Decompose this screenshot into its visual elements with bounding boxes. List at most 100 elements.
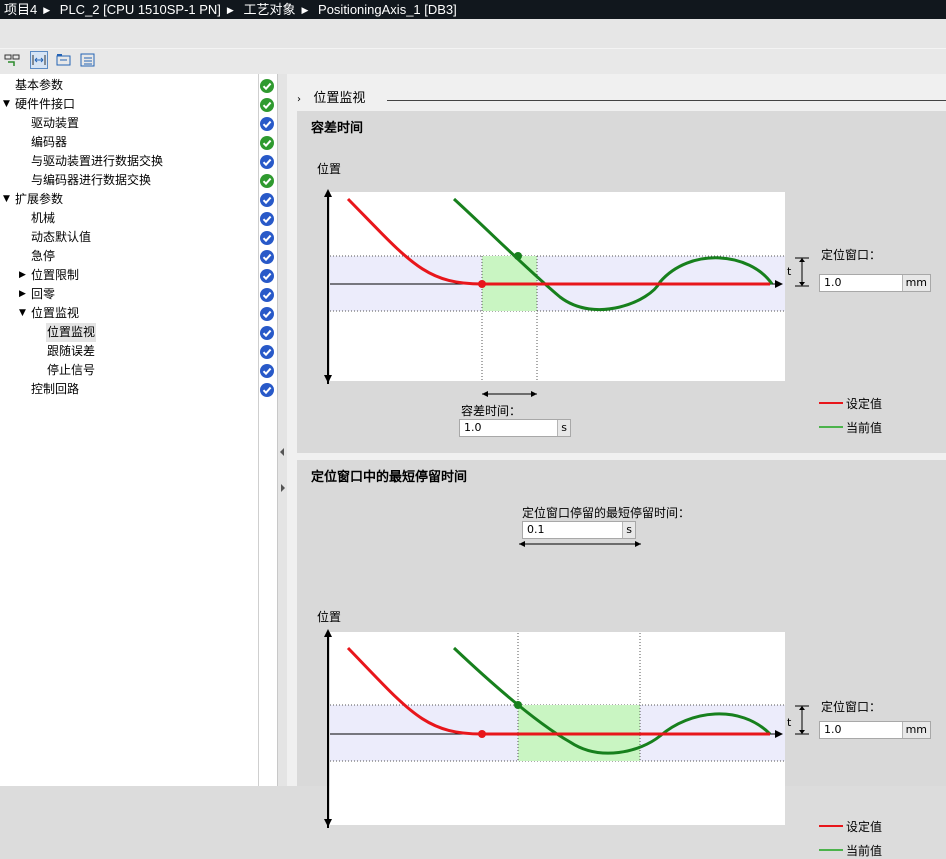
status-check-icon [260,136,274,150]
legend-setpoint-label: 设定值 [846,820,883,834]
status-check-icon [260,326,274,340]
status-check-icon [260,307,274,321]
tree-item-label: 回零 [31,287,56,301]
position-window-label: 定位窗口： [821,248,882,262]
tree-item[interactable]: 急停 [0,247,258,266]
tolerance-dimension-arrow [482,391,537,397]
y-axis-label: 位置 [317,162,342,176]
section-title: 位置监视 [313,91,366,106]
tree-item[interactable]: ▼ 位置监视 [0,304,258,323]
tree-item-label: 停止信号 [47,363,96,377]
tree-item-label: 与驱动装置进行数据交换 [31,154,164,168]
breadcrumb-separator-icon: ▶ [43,5,51,15]
tree-item-label: 控制回路 [31,382,80,396]
position-window-value[interactable]: 1.0 [824,722,842,738]
compare-icon[interactable] [4,52,20,68]
tolerance-time-label: 容差时间： [461,404,522,418]
actual-entry-marker [514,701,522,709]
breadcrumb-item-plc[interactable]: PLC_2 [CPU 1510SP-1 PN] [56,0,225,19]
title-bar: 项目4 ▶ PLC_2 [CPU 1510SP-1 PN] ▶ 工艺对象 ▶ Posi… [0,0,946,19]
tree-item-label: 扩展参数 [15,192,64,206]
position-window-unit: mm [901,722,930,738]
status-check-icon [260,155,274,169]
tree-item[interactable]: 动态默认值 [0,228,258,247]
tree-item-label: 位置监视 [31,306,80,320]
tree-item-label: 硬件件接口 [15,97,76,111]
window-height-arrow [795,257,809,287]
tree-item[interactable]: 与驱动装置进行数据交换 [0,152,258,171]
legend-setpoint-swatch [819,402,843,404]
tree-item-label: 编码器 [31,135,68,149]
tree-item[interactable]: ▶ 位置限制 [0,266,258,285]
breadcrumb-item-project[interactable]: 项目4 [0,0,41,19]
tree-item[interactable]: ▼ 扩展参数 [0,190,258,209]
t-label: t [787,265,792,278]
tree-item[interactable]: ▶ 回零 [0,285,258,304]
tolerance-diagram-svg [330,197,785,381]
tree-item[interactable]: 控制回路 [0,380,258,399]
breadcrumb-item-tech-objects[interactable]: 工艺对象 [239,0,299,19]
tree-item[interactable]: 位置监视 [0,323,258,342]
status-check-icon [260,212,274,226]
dwell-diagram [330,632,785,825]
tree-item-label: 驱动装置 [31,116,80,130]
status-check-icon [260,174,274,188]
setpoint-marker [478,730,486,738]
tree-item-label: 机械 [31,211,56,225]
breadcrumb-item-axis[interactable]: PositioningAxis_1 [DB3] [314,0,461,19]
position-window-field[interactable]: 1.0 mm [819,274,931,292]
expand-view-icon[interactable] [30,51,48,69]
folder-tree-icon[interactable] [56,52,72,68]
dwell-diagram-svg [330,632,785,762]
splitter[interactable] [277,74,287,786]
expanded-arrow-icon[interactable]: ▼ [3,190,10,209]
tree-item-label: 与编码器进行数据交换 [31,173,152,187]
tree-item-label: 跟随误差 [47,344,96,358]
tree-item-label: 急停 [31,249,56,263]
status-check-icon [260,79,274,93]
collapsed-arrow-icon[interactable]: ▶ [19,266,26,285]
tree-item[interactable]: 与编码器进行数据交换 [0,171,258,190]
tree-item-label: 位置监视 [46,323,97,342]
tree-item[interactable]: 停止信号 [0,361,258,380]
status-check-icon [260,231,274,245]
expanded-arrow-icon[interactable]: ▼ [3,95,10,114]
parameter-tree: 基本参数 ▼ 硬件件接口驱动装置编码器与驱动装置进行数据交换 与编码器进行数据交换 ▼ 扩… [0,74,258,786]
status-check-icon [260,117,274,131]
tolerance-time-field[interactable]: 1.0 s [459,419,571,437]
legend-actual-swatch [819,426,843,428]
panel-title: 定位窗口中的最短停留时间 [311,470,468,485]
tree-item[interactable]: ▼ 硬件件接口 [0,95,258,114]
status-check-icon [260,193,274,207]
tree-item[interactable]: 编码器 [0,133,258,152]
tree-item-label: 位置限制 [31,268,80,282]
section-header: › 位置监视 [297,87,365,106]
status-check-icon [260,269,274,283]
tree-item[interactable]: 驱动装置 [0,114,258,133]
position-window-field[interactable]: 1.0 mm [819,721,931,739]
list-view-icon[interactable] [80,52,96,68]
position-window-value[interactable]: 1.0 [824,275,842,291]
dwell-time-value[interactable]: 0.1 [527,522,545,538]
collapsed-arrow-icon[interactable]: ▶ [19,285,26,304]
tree-item-label: 动态默认值 [31,230,92,244]
tolerance-time-value[interactable]: 1.0 [464,420,482,436]
tree-item[interactable]: 基本参数 [0,76,258,95]
tree-item[interactable]: 跟随误差 [0,342,258,361]
section-rule [387,100,946,101]
status-check-icon [260,383,274,397]
status-check-icon [260,288,274,302]
legend-setpoint-swatch [819,825,843,827]
dwell-time-field[interactable]: 0.1 s [522,521,636,539]
legend-actual-swatch [819,849,843,851]
actual-entry-marker [514,252,522,260]
expanded-arrow-icon[interactable]: ▼ [19,304,26,323]
tree-item[interactable]: 机械 [0,209,258,228]
tolerance-diagram [330,192,785,381]
t-label: t [787,716,792,729]
dwell-time-unit: s [622,522,635,538]
tree-item-label: 基本参数 [15,78,64,92]
breadcrumb-separator-icon: ▶ [301,5,309,15]
breadcrumb-separator-icon: ▶ [226,5,234,15]
sub-bar [0,19,946,49]
